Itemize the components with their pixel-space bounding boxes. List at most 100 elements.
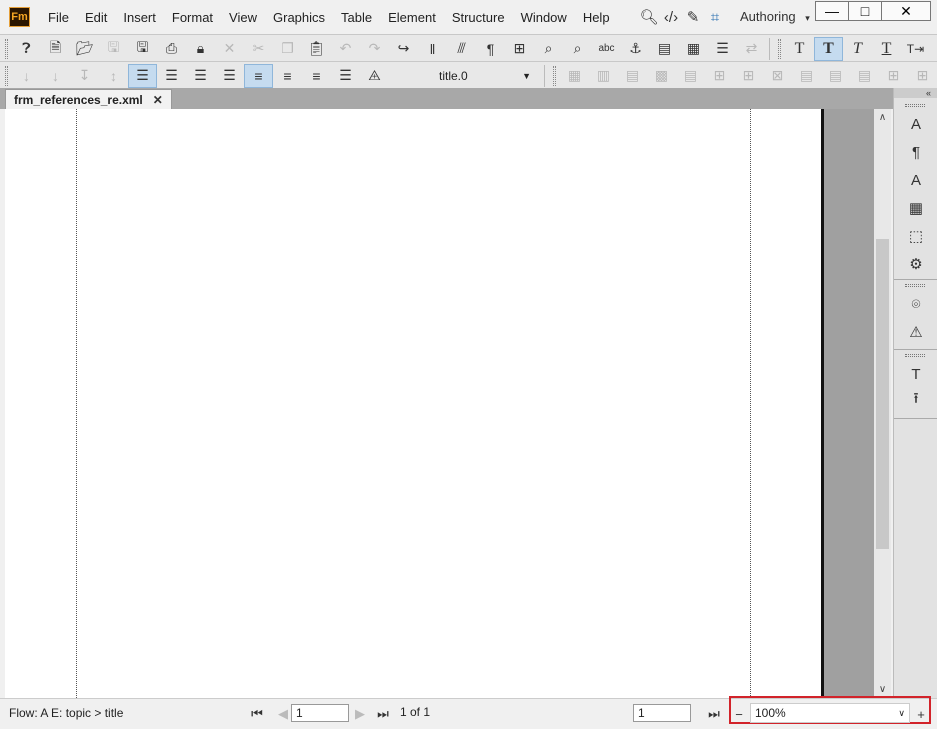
- space-below-icon[interactable]: ↓: [12, 64, 41, 88]
- anchored-frame-icon[interactable]: ⚓︎: [621, 37, 650, 61]
- last-page-icon[interactable]: ⏭︎: [374, 705, 392, 723]
- insert-char-tag-icon[interactable]: ⫻: [447, 37, 476, 61]
- delete-icon[interactable]: ✕: [215, 37, 244, 61]
- paragraph-tag-select[interactable]: title.0 ▼: [435, 66, 535, 86]
- menu-structure[interactable]: Structure: [444, 9, 513, 27]
- toolbar-grip[interactable]: [778, 38, 781, 59]
- add-row-below-icon[interactable]: ⊞: [734, 64, 763, 88]
- line-spacing-double-icon[interactable]: ≡: [302, 64, 331, 88]
- line-spacing-1-5-icon[interactable]: ≡: [273, 64, 302, 88]
- menu-format[interactable]: Format: [164, 9, 221, 27]
- table-body-icon[interactable]: ▤: [850, 64, 879, 88]
- menu-graphics[interactable]: Graphics: [265, 9, 333, 27]
- menu-element[interactable]: Element: [380, 9, 444, 27]
- go-to-page-icon[interactable]: ⏭︎: [705, 705, 723, 723]
- panel-grip[interactable]: [905, 104, 925, 107]
- document-canvas[interactable]: [5, 109, 822, 698]
- underline-text-icon[interactable]: T: [872, 37, 901, 61]
- text-link-icon[interactable]: T: [904, 362, 928, 386]
- table-designer-icon[interactable]: ▦: [904, 196, 928, 220]
- warning-icon[interactable]: ⚠︎: [904, 320, 928, 344]
- cross-ref-icon[interactable]: ⇄: [737, 37, 766, 61]
- find-icon[interactable]: ⌕: [534, 37, 563, 61]
- save-icon[interactable]: 🖫︎: [99, 37, 128, 61]
- close-icon[interactable]: ✕: [153, 93, 163, 107]
- character-designer-icon[interactable]: A: [904, 112, 928, 136]
- menu-file[interactable]: File: [40, 9, 77, 27]
- paste-icon[interactable]: 📋︎: [302, 37, 331, 61]
- vertical-scrollbar[interactable]: ∧ ∨: [874, 109, 891, 698]
- page-number-input[interactable]: 1: [291, 704, 349, 722]
- maximize-button[interactable]: □: [848, 1, 882, 21]
- menu-help[interactable]: Help: [575, 9, 618, 27]
- menu-view[interactable]: View: [221, 9, 265, 27]
- attributes-icon[interactable]: ⌾: [904, 292, 928, 316]
- print-icon[interactable]: ⎙: [157, 37, 186, 61]
- panel-grip[interactable]: [905, 284, 925, 287]
- zoom-select[interactable]: 100% ∨: [750, 703, 910, 723]
- align-right-icon[interactable]: ☰: [157, 64, 186, 88]
- select-table-icon[interactable]: ▩: [647, 64, 676, 88]
- line-spacing-custom-icon[interactable]: ☰: [331, 64, 360, 88]
- select-column-icon[interactable]: ▤: [618, 64, 647, 88]
- previous-page-icon[interactable]: ◀: [274, 705, 292, 723]
- settings-gears-icon[interactable]: ⚙: [904, 252, 928, 276]
- spacing-adjust-icon[interactable]: ⨹: [360, 64, 389, 88]
- toolbar-grip[interactable]: [553, 65, 556, 86]
- bold-text-icon[interactable]: T: [814, 36, 843, 61]
- toolbar-grip[interactable]: [5, 65, 8, 86]
- save-as-icon[interactable]: 🖫︎: [128, 37, 157, 61]
- document-tab[interactable]: frm_references_re.xml ✕: [5, 89, 172, 109]
- first-page-icon[interactable]: ⏮︎: [248, 705, 266, 723]
- reference-page-icon[interactable]: ▤: [650, 37, 679, 61]
- align-center-icon[interactable]: ☰: [186, 64, 215, 88]
- space-above-icon[interactable]: ↓: [41, 64, 70, 88]
- plain-text-icon[interactable]: T: [785, 37, 814, 61]
- insert-para-tag-icon[interactable]: ¶: [476, 37, 505, 61]
- menu-window[interactable]: Window: [513, 9, 575, 27]
- close-button[interactable]: ✕: [881, 1, 931, 21]
- zoom-out-icon[interactable]: −: [730, 705, 748, 723]
- search-icon[interactable]: 🔍︎: [639, 6, 658, 28]
- go-to-icon[interactable]: ↪: [389, 37, 418, 61]
- paragraph-designer-icon[interactable]: ¶: [904, 140, 928, 164]
- italic-text-icon[interactable]: T: [843, 37, 872, 61]
- straddle-cells-icon[interactable]: ▤: [792, 64, 821, 88]
- crop-frame-icon[interactable]: ⌗: [706, 6, 724, 28]
- line-spacing-single-icon[interactable]: ≡: [244, 63, 273, 88]
- lock-icon[interactable]: 🔒︎: [186, 37, 215, 61]
- object-properties-icon[interactable]: ⬚: [904, 224, 928, 248]
- undo-icon[interactable]: ↶: [331, 37, 360, 61]
- help-icon[interactable]: ❓︎: [12, 37, 41, 61]
- insert-table-tag-icon[interactable]: ⊞: [505, 37, 534, 61]
- text-designer-icon[interactable]: A: [904, 168, 928, 192]
- pencil-icon[interactable]: ✎: [684, 6, 702, 28]
- line-spacing-icon[interactable]: ↧: [70, 64, 99, 88]
- table-header-icon[interactable]: ⊞: [879, 64, 908, 88]
- new-document-icon[interactable]: 🗎︎: [41, 37, 70, 61]
- menu-table[interactable]: Table: [333, 9, 380, 27]
- copy-icon[interactable]: ❐: [273, 37, 302, 61]
- workspace-switcher[interactable]: Authoring ▾: [740, 9, 810, 24]
- collapse-panel-icon[interactable]: «: [894, 88, 937, 98]
- element-bracket-icon[interactable]: ‖: [418, 37, 447, 61]
- menu-insert[interactable]: Insert: [115, 9, 164, 27]
- variable-icon[interactable]: ☰: [708, 37, 737, 61]
- open-folder-icon[interactable]: 📂︎: [70, 37, 99, 61]
- spell-check-icon[interactable]: abc: [592, 37, 621, 61]
- table-icon[interactable]: ▦: [679, 37, 708, 61]
- align-justify-icon[interactable]: ☰: [215, 64, 244, 88]
- next-page-icon[interactable]: ▶: [351, 705, 369, 723]
- delete-cells-icon[interactable]: ⊠: [763, 64, 792, 88]
- cut-icon[interactable]: ✂: [244, 37, 273, 61]
- go-to-page-input[interactable]: 1: [633, 704, 691, 722]
- scroll-thumb[interactable]: [876, 239, 889, 549]
- toolbar-grip[interactable]: [5, 38, 8, 59]
- small-caps-text-icon[interactable]: T⇥: [901, 37, 930, 61]
- increase-spacing-icon[interactable]: ↕: [99, 64, 128, 88]
- unstraddle-cells-icon[interactable]: ▤: [821, 64, 850, 88]
- select-row-icon[interactable]: ▤: [676, 64, 705, 88]
- scroll-up-icon[interactable]: ∧: [874, 109, 891, 126]
- zoom-in-icon[interactable]: +: [912, 705, 930, 723]
- insert-rows-icon[interactable]: ▦: [560, 64, 589, 88]
